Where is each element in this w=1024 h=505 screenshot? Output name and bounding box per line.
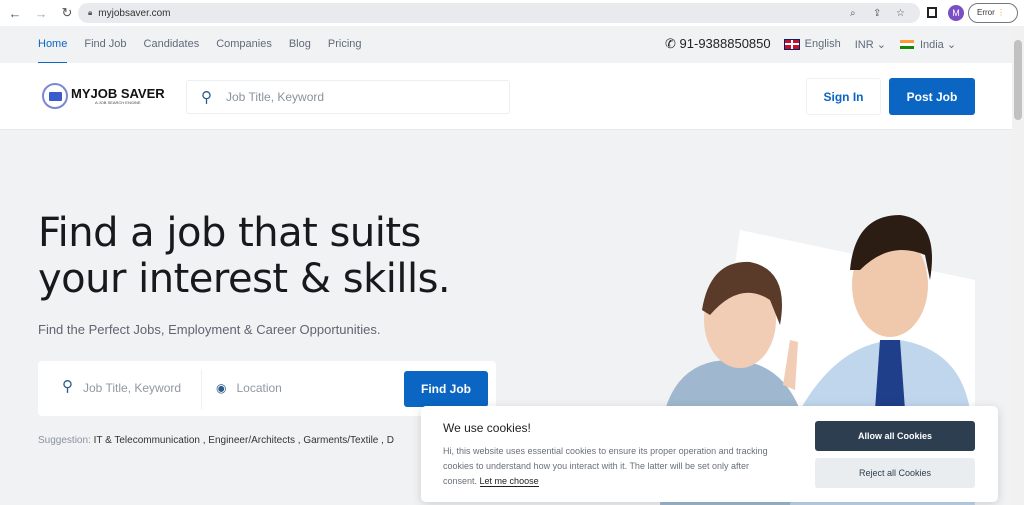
search-icon: ⚲ <box>201 89 212 106</box>
forward-icon[interactable]: → <box>30 6 52 21</box>
zoom-icon[interactable]: ⌕ <box>850 8 856 19</box>
top-nav: Home Find Job Candidates Companies Blog … <box>0 26 1012 64</box>
nav-pricing[interactable]: Pricing <box>328 38 362 50</box>
country-label: India <box>919 38 944 51</box>
header-search-input[interactable]: ⚲ Job Title, Keyword <box>186 80 510 114</box>
lock-icon: 🔒︎ <box>88 8 93 17</box>
nav-home[interactable]: Home <box>38 38 68 64</box>
phone-icon: ✆ <box>665 36 676 51</box>
location-placeholder: Location <box>236 381 282 395</box>
job-title-placeholder: Job Title, Keyword <box>83 381 182 395</box>
allow-cookies-button[interactable]: Allow all Cookies <box>815 421 975 451</box>
search-placeholder: Job Title, Keyword <box>226 90 325 104</box>
profile-avatar[interactable]: M <box>948 5 964 21</box>
scrollbar-thumb[interactable] <box>1014 40 1022 120</box>
language-label: English <box>804 38 841 50</box>
location-input[interactable]: ◉ Location <box>216 381 282 395</box>
find-job-button[interactable]: Find Job <box>404 371 488 407</box>
url-text: myjobsaver.com <box>98 7 171 19</box>
logo-title: MYJOB SAVER <box>71 86 165 101</box>
nav-candidates[interactable]: Candidates <box>144 38 200 50</box>
error-button[interactable]: Error ⋮ <box>968 3 1018 23</box>
share-icon[interactable]: ⇪ <box>873 8 881 19</box>
cookie-banner: We use cookies! Hi, this website uses es… <box>421 406 998 502</box>
sign-in-button[interactable]: Sign In <box>806 78 881 115</box>
suggestions: Suggestion: IT & Telecommunication , Eng… <box>38 435 394 446</box>
suggestion-links[interactable]: IT & Telecommunication , Engineer/Archit… <box>94 435 394 446</box>
country-select[interactable]: India ⌄ <box>899 38 957 51</box>
hero-title: Find a job that suits your interest & ski… <box>38 210 451 302</box>
star-icon[interactable]: ☆ <box>896 8 905 19</box>
sidepanel-icon[interactable] <box>927 7 937 18</box>
nav-blog[interactable]: Blog <box>289 38 311 50</box>
phone-number: 91-9388850850 <box>679 36 771 51</box>
cookie-text: Hi, this website uses essential cookies … <box>443 446 768 487</box>
uk-flag-icon <box>783 38 800 50</box>
error-label: Error <box>977 8 995 17</box>
search-icon: ⚲ <box>62 378 73 395</box>
india-flag-icon <box>899 40 914 50</box>
divider <box>201 369 202 409</box>
scrollbar[interactable] <box>1012 26 1024 505</box>
nav-companies[interactable]: Companies <box>216 38 272 50</box>
chevron-down-icon: ⌄ <box>876 38 886 51</box>
currency-select[interactable]: INR ⌄ <box>855 38 886 51</box>
mail-icon <box>42 83 68 109</box>
back-icon[interactable]: ← <box>4 6 26 21</box>
cookie-title: We use cookies! <box>443 421 531 435</box>
reject-cookies-button[interactable]: Reject all Cookies <box>815 458 975 488</box>
browser-toolbar: ← → ↻ 🔒︎ myjobsaver.com ⌕ ⇪ ☆ M Error ⋮ <box>0 0 1024 26</box>
address-bar[interactable]: 🔒︎ myjobsaver.com ⌕ ⇪ ☆ <box>78 3 920 23</box>
job-title-input[interactable]: ⚲ Job Title, Keyword <box>62 378 182 395</box>
logo[interactable]: MYJOB SAVER A JOB SEARCH ENGINE <box>42 83 165 109</box>
suggestion-label: Suggestion: <box>38 435 91 446</box>
phone[interactable]: ✆ 91-9388850850 <box>665 36 771 52</box>
location-pin-icon: ◉ <box>216 381 227 395</box>
let-me-choose-link[interactable]: Let me choose <box>479 476 539 487</box>
post-job-button[interactable]: Post Job <box>889 78 975 115</box>
reload-icon[interactable]: ↻ <box>56 5 78 21</box>
nav-find-job[interactable]: Find Job <box>84 38 126 50</box>
currency-label: INR <box>854 38 874 51</box>
hero-subtitle: Find the Perfect Jobs, Employment & Care… <box>38 322 381 337</box>
language-select[interactable]: English <box>783 38 841 50</box>
chevron-down-icon: ⌄ <box>946 38 957 51</box>
site-header: MYJOB SAVER A JOB SEARCH ENGINE ⚲ Job Tit… <box>0 63 1012 130</box>
